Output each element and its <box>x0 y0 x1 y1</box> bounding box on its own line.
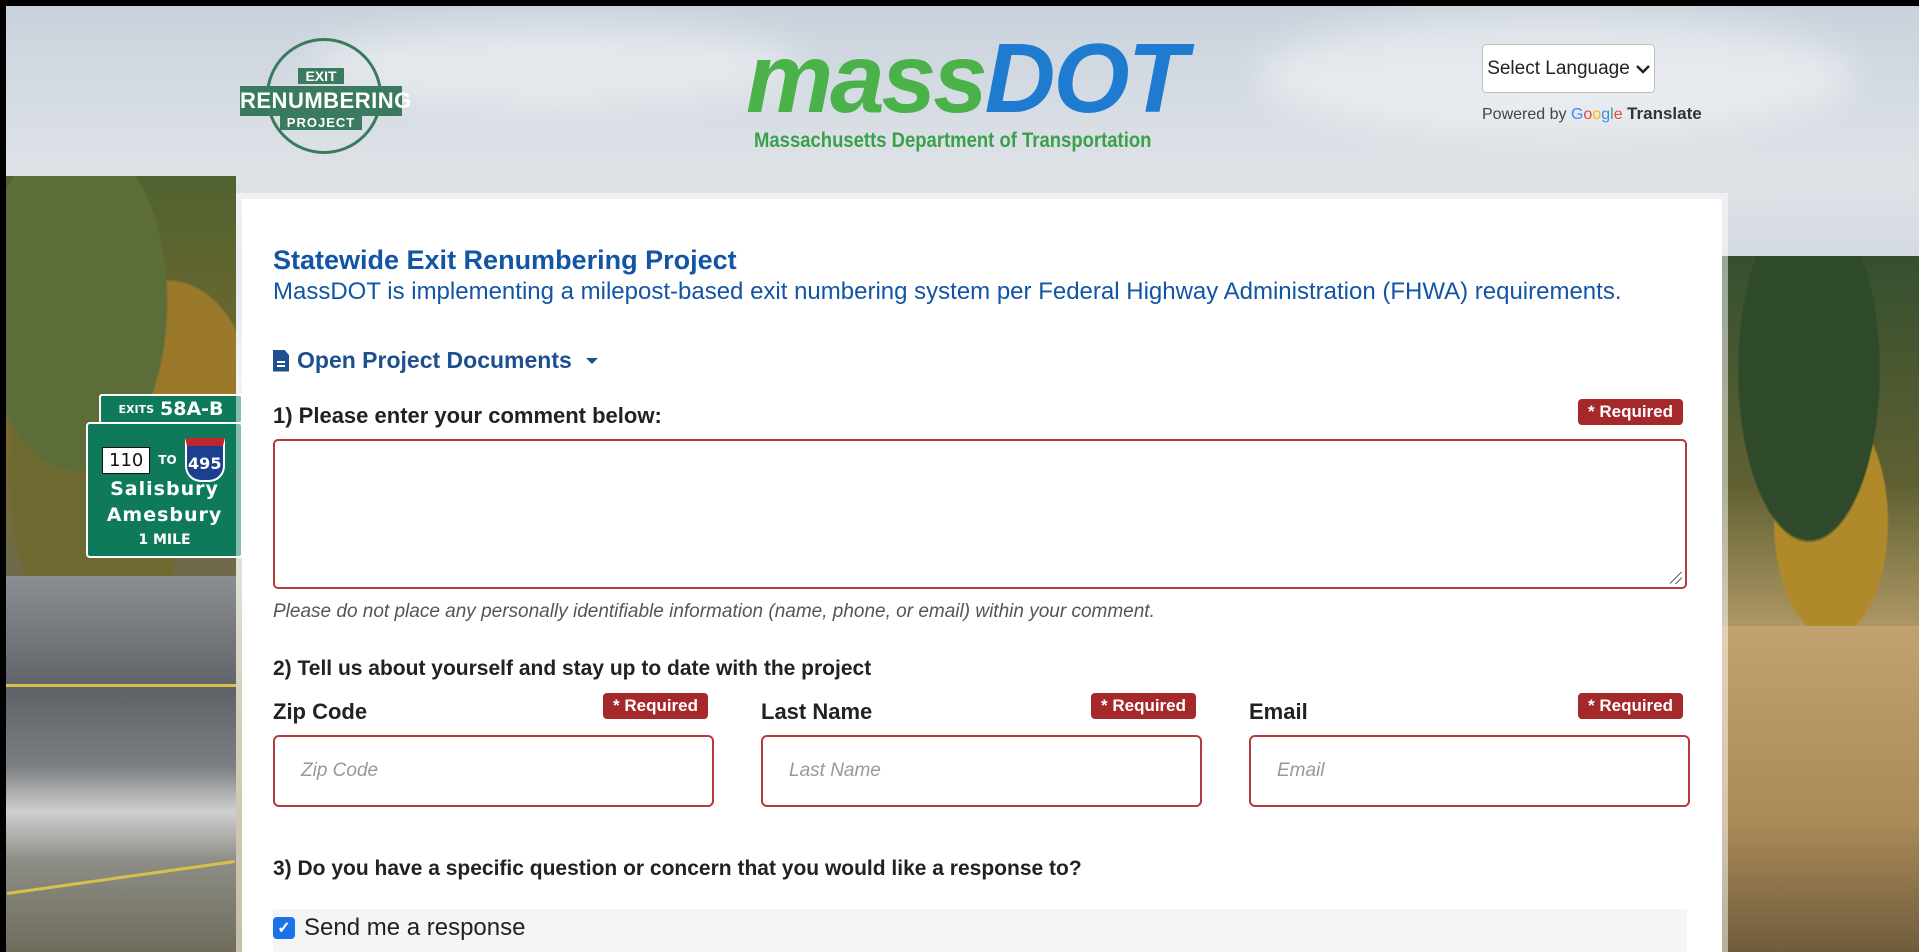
comment-hint: Please do not place any personally ident… <box>273 601 1155 622</box>
last-name-field[interactable]: Last Name <box>761 735 1202 807</box>
road-line <box>6 860 236 895</box>
sign-exits-text: EXITS <box>118 402 154 416</box>
logo-subtitle: Massachusetts Department of Transportati… <box>754 129 1152 152</box>
question-1-label: 1) Please enter your comment below: <box>273 403 662 428</box>
highway-exit-tab: EXITS 58A-B <box>99 394 243 424</box>
powered-by-text: Powered by <box>1482 106 1567 123</box>
email-field[interactable]: Email <box>1249 735 1690 807</box>
comment-form-card: Statewide Exit Renumbering Project MassD… <box>242 199 1722 952</box>
send-response-label[interactable]: Send me a response <box>304 914 525 942</box>
comment-textarea[interactable] <box>273 439 1687 589</box>
massdot-logo: massDOT Massachusetts Department of Tran… <box>746 29 1226 160</box>
google-letter: g <box>1601 106 1611 123</box>
email-label: Email <box>1249 699 1308 724</box>
open-project-documents-label: Open Project Documents <box>297 347 572 373</box>
route-110-shield: 110 <box>102 446 151 474</box>
question-3-label: 3) Do you have a specific question or co… <box>273 857 1082 880</box>
interstate-495-shield-icon: 495 <box>184 438 225 482</box>
logo-mass-text: mass <box>746 23 988 133</box>
road-line <box>6 684 236 687</box>
required-badge: * Required <box>603 693 709 719</box>
zip-code-field[interactable]: Zip Code <box>273 735 714 807</box>
background-trees-right <box>1699 256 1919 636</box>
open-project-documents-dropdown[interactable]: Open Project Documents <box>273 347 598 374</box>
sign-distance: 1 MILE <box>138 532 191 548</box>
sign-exit-numbers: 58A-B <box>160 398 224 420</box>
sign-city-salisbury: Salisbury <box>110 478 219 500</box>
sign-city-amesbury: Amesbury <box>106 504 223 526</box>
page-background: EXITS 58A-B 110 TO 495 Salisbury Amesbur… <box>6 6 1919 952</box>
exit-renumbering-logo: EXIT RENUMBERING PROJECT <box>236 34 411 160</box>
google-letter: G <box>1570 106 1584 123</box>
send-response-checkbox[interactable]: ✓ <box>273 917 295 939</box>
google-letter: o <box>1592 106 1602 123</box>
zip-code-placeholder: Zip Code <box>301 760 379 781</box>
chevron-down-icon <box>1635 64 1650 74</box>
last-name-placeholder: Last Name <box>789 760 881 781</box>
required-badge: * Required <box>1578 399 1684 425</box>
google-logo: Google <box>1571 106 1623 123</box>
required-badge: * Required <box>1091 693 1197 719</box>
translate-link[interactable]: Translate <box>1627 104 1702 123</box>
background-field-right <box>1699 626 1919 952</box>
document-icon <box>273 349 289 372</box>
zip-code-label: Zip Code <box>273 699 368 724</box>
logo-dot-text: DOT <box>984 23 1188 133</box>
logo-renumbering-text: RENUMBERING <box>240 86 411 116</box>
powered-by-google-translate: Powered by Google Translate <box>1482 104 1702 124</box>
highway-sign: 110 TO 495 Salisbury Amesbury 1 MILE <box>86 422 243 558</box>
google-letter: o <box>1583 106 1593 123</box>
google-letter: e <box>1613 106 1623 123</box>
sign-route-row: 110 TO 495 <box>102 438 225 482</box>
email-placeholder: Email <box>1277 760 1325 781</box>
resize-handle-icon[interactable] <box>1670 572 1682 584</box>
page-subtitle: MassDOT is implementing a milepost-based… <box>273 278 1622 305</box>
language-select-label: Select Language <box>1487 57 1630 79</box>
required-badge: * Required <box>1578 693 1684 719</box>
sign-to-text: TO <box>158 453 177 467</box>
last-name-label: Last Name <box>761 699 873 724</box>
background-highway <box>6 576 236 952</box>
language-select[interactable]: Select Language <box>1482 44 1655 93</box>
question-2-label: 2) Tell us about yourself and stay up to… <box>273 657 872 680</box>
caret-down-icon <box>585 357 598 364</box>
logo-project-text: PROJECT <box>280 115 362 130</box>
logo-exit-text: EXIT <box>298 68 344 84</box>
page-title: Statewide Exit Renumbering Project <box>273 245 737 275</box>
